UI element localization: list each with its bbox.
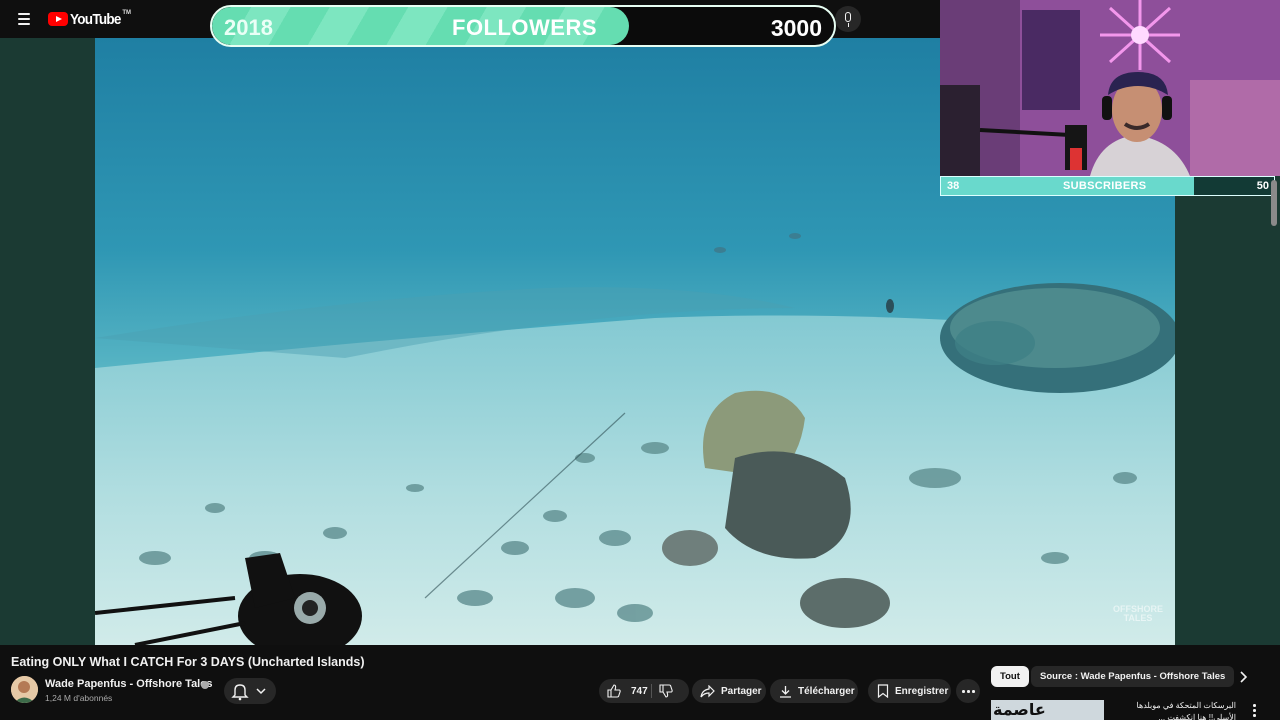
hamburger-menu-icon[interactable] bbox=[12, 7, 36, 31]
more-actions-icon[interactable] bbox=[956, 679, 980, 703]
download-icon bbox=[780, 685, 791, 698]
followers-goal-count: 3000 bbox=[770, 15, 822, 41]
download-label: Télécharger bbox=[798, 685, 855, 697]
subscriber-count: 1,24 M d'abonnés bbox=[45, 693, 113, 703]
dislike-button[interactable] bbox=[659, 683, 679, 699]
recommendation-title[interactable]: البرسكات المتحكة في موبلدها الأسلي!! هنا… bbox=[1108, 700, 1236, 720]
notification-bell-button[interactable] bbox=[224, 678, 276, 704]
player-watermark: OFFSHORE TALES bbox=[1112, 604, 1163, 623]
microphone-icon[interactable] bbox=[835, 6, 861, 32]
followers-label: FOLLOWERS bbox=[452, 15, 598, 40]
page-scrollbar[interactable] bbox=[1271, 180, 1277, 226]
followers-goal-bar: 2018 FOLLOWERS 3000 bbox=[210, 5, 836, 47]
chip-source[interactable]: Source : Wade Papenfus - Offshore Tales bbox=[1031, 666, 1235, 687]
subscribers-start-count: 38 bbox=[947, 180, 960, 192]
logo-text: YouTube bbox=[70, 10, 121, 28]
channel-name[interactable]: Wade Papenfus - Offshore Tales bbox=[45, 678, 212, 690]
followers-start-count: 2018 bbox=[224, 15, 273, 40]
save-button[interactable]: Enregistrer bbox=[868, 679, 951, 703]
chevron-right-icon[interactable] bbox=[1234, 668, 1252, 686]
bookmark-icon bbox=[877, 684, 889, 698]
share-button[interactable]: Partager bbox=[692, 679, 766, 703]
webcam-overlay bbox=[940, 0, 1280, 176]
like-dislike-group: 747 bbox=[599, 679, 689, 703]
download-button[interactable]: Télécharger bbox=[770, 679, 858, 703]
verified-badge-icon bbox=[201, 681, 209, 689]
bell-icon bbox=[231, 684, 266, 701]
share-label: Partager bbox=[721, 685, 762, 697]
subscribers-goal-bar: 38 SUBSCRIBERS 50 bbox=[940, 176, 1275, 196]
logo-trademark: TM bbox=[122, 10, 132, 16]
channel-avatar[interactable] bbox=[11, 676, 38, 703]
thumbs-down-icon bbox=[659, 684, 673, 698]
thumbnail-text: عاصمة bbox=[993, 700, 1046, 719]
recommendation-more-icon[interactable] bbox=[1246, 702, 1262, 718]
thumbs-up-icon bbox=[607, 684, 621, 698]
chip-all[interactable]: Tout bbox=[991, 666, 1029, 687]
share-icon bbox=[700, 684, 715, 697]
avatar-image bbox=[11, 676, 38, 703]
webcam-scene bbox=[940, 0, 1280, 176]
subscribers-goal-count: 50 bbox=[1256, 180, 1269, 192]
chevron-right-shape bbox=[1240, 671, 1248, 683]
subscribers-label: SUBSCRIBERS bbox=[1063, 180, 1147, 192]
video-title: Eating ONLY What I CATCH For 3 DAYS (Unc… bbox=[11, 655, 365, 669]
save-label: Enregistrer bbox=[895, 685, 949, 697]
recommendation-thumbnail[interactable]: عاصمة bbox=[991, 700, 1104, 720]
youtube-play-icon bbox=[48, 12, 68, 26]
youtube-logo[interactable]: YouTube TM bbox=[48, 10, 131, 28]
like-count: 747 bbox=[631, 685, 648, 697]
like-button[interactable]: 747 bbox=[607, 683, 649, 699]
like-divider bbox=[651, 684, 652, 698]
